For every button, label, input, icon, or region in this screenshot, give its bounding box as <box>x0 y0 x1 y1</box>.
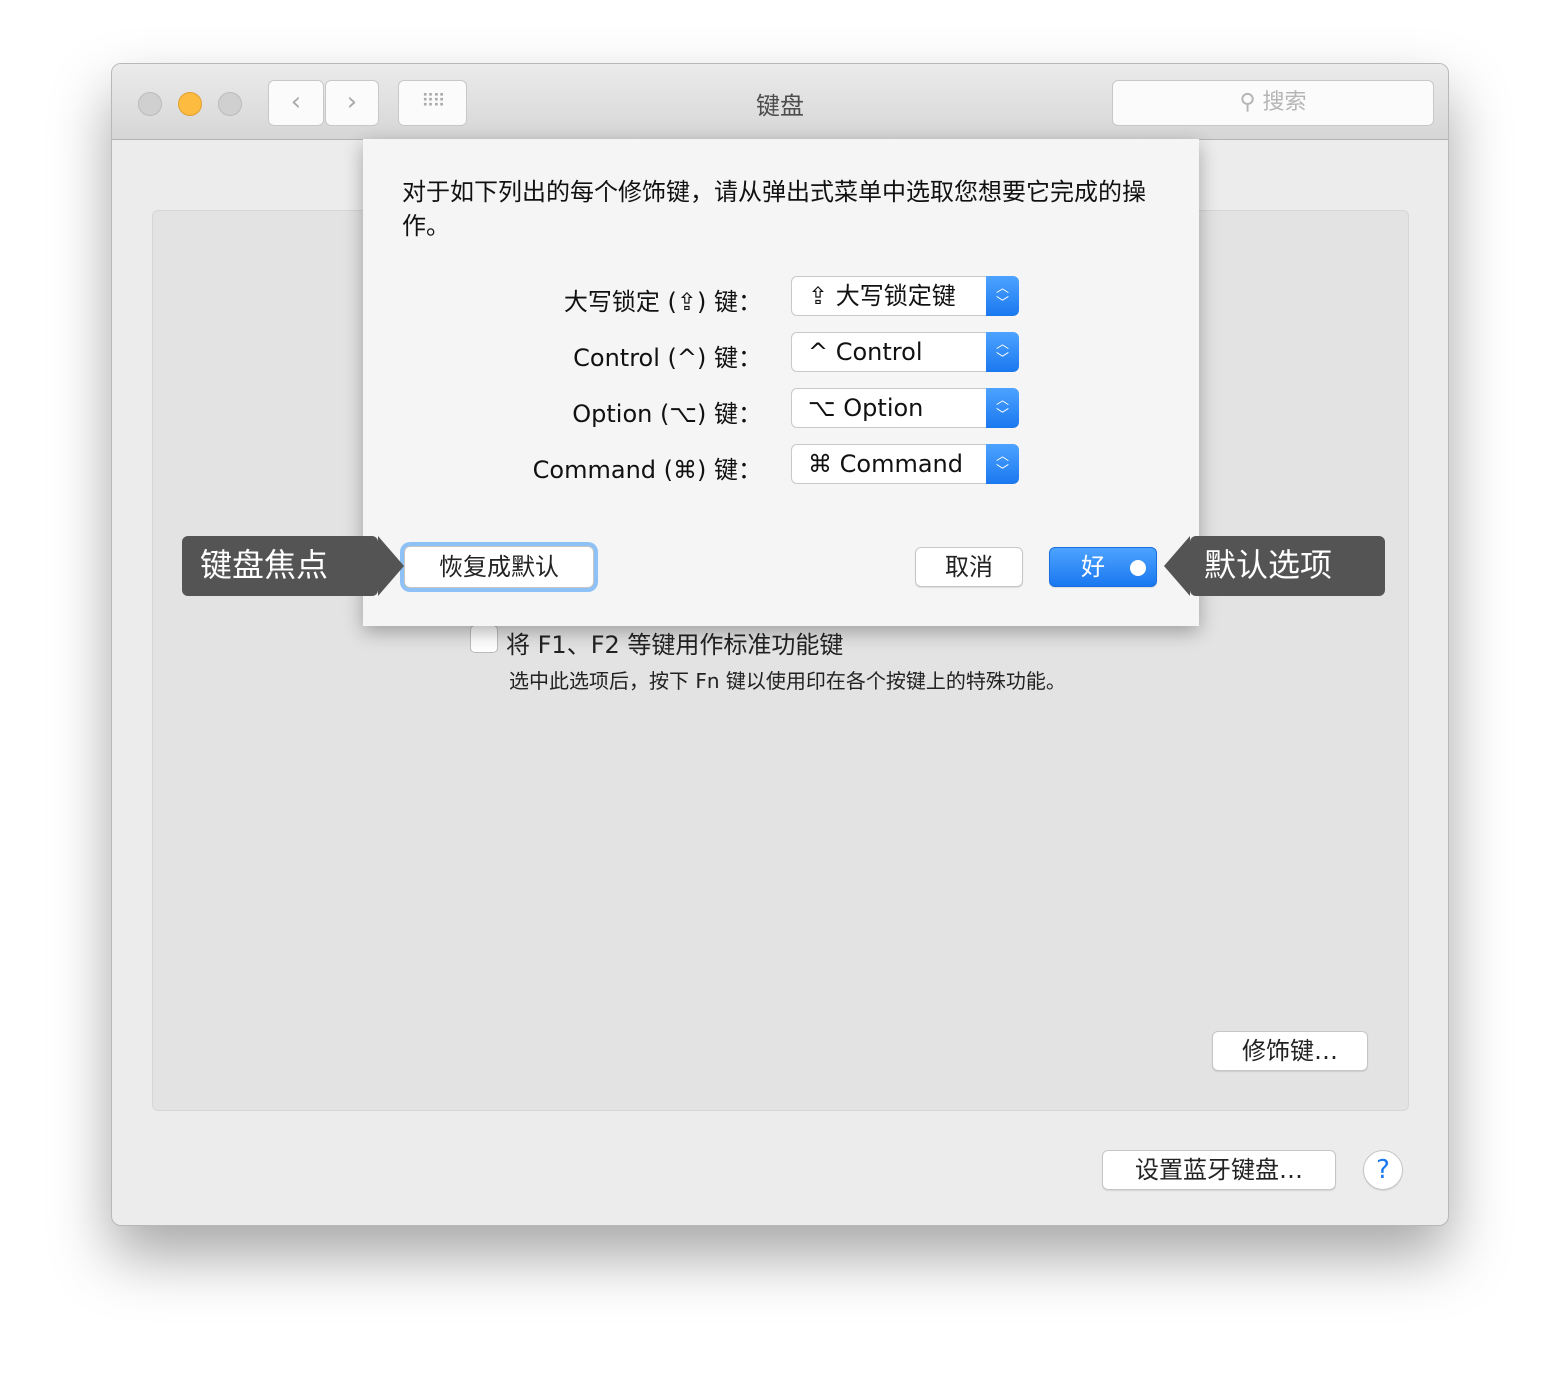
help-button[interactable]: ? <box>1363 1150 1403 1190</box>
fn-keys-checkbox[interactable] <box>470 625 498 653</box>
modifier-keys-button[interactable]: 修饰键… <box>1212 1031 1368 1071</box>
restore-defaults-button[interactable]: 恢复成默认 <box>404 546 594 588</box>
callout-arrow-icon <box>378 536 404 596</box>
search-field[interactable]: ⚲ 搜索 <box>1112 80 1434 126</box>
fn-keys-label: 将 F1、F2 等键用作标准功能键 <box>506 631 844 659</box>
caps-lock-label: 大写锁定 (⇪) 键： <box>563 288 762 316</box>
title-bar: ‹ › ⠿⠿ 键盘 ⚲ 搜索 <box>112 64 1448 140</box>
callout-arrow-icon <box>1164 536 1190 596</box>
stepper-icon: ︿ ﹀ <box>986 444 1019 484</box>
ok-button[interactable]: 好 <box>1049 547 1157 587</box>
sheet-intro: 对于如下列出的每个修饰键，请从弹出式菜单中选取您想要它完成的操作。 <box>402 178 1146 240</box>
fn-keys-description: 选中此选项后，按下 Fn 键以使用印在各个按键上的特殊功能。 <box>509 669 1066 693</box>
modifier-keys-sheet: 对于如下列出的每个修饰键，请从弹出式菜单中选取您想要它完成的操作。 大写锁定 (… <box>363 139 1199 626</box>
cancel-button[interactable]: 取消 <box>915 547 1023 587</box>
stepper-icon: ︿ ﹀ <box>986 276 1019 316</box>
stepper-icon: ︿ ﹀ <box>986 332 1019 372</box>
setup-bluetooth-keyboard-button[interactable]: 设置蓝牙键盘… <box>1102 1150 1336 1190</box>
control-label: Control (^) 键： <box>573 344 762 372</box>
default-option-callout: 默认选项 <box>1164 536 1385 596</box>
command-popup[interactable]: ⌘ Command ︿ ﹀ <box>791 444 1019 484</box>
option-label: Option (⌥) 键： <box>572 400 762 428</box>
option-popup[interactable]: ⌥ Option ︿ ﹀ <box>791 388 1019 428</box>
keyboard-focus-callout: 键盘焦点 <box>182 536 404 596</box>
search-icon: ⚲ <box>1239 90 1263 115</box>
default-indicator-icon <box>1130 560 1146 576</box>
stepper-icon: ︿ ﹀ <box>986 388 1019 428</box>
command-label: Command (⌘) 键： <box>532 456 762 484</box>
caps-lock-popup[interactable]: ⇪ 大写锁定键 ︿ ﹀ <box>791 276 1019 316</box>
control-popup[interactable]: ^ Control ︿ ﹀ <box>791 332 1019 372</box>
